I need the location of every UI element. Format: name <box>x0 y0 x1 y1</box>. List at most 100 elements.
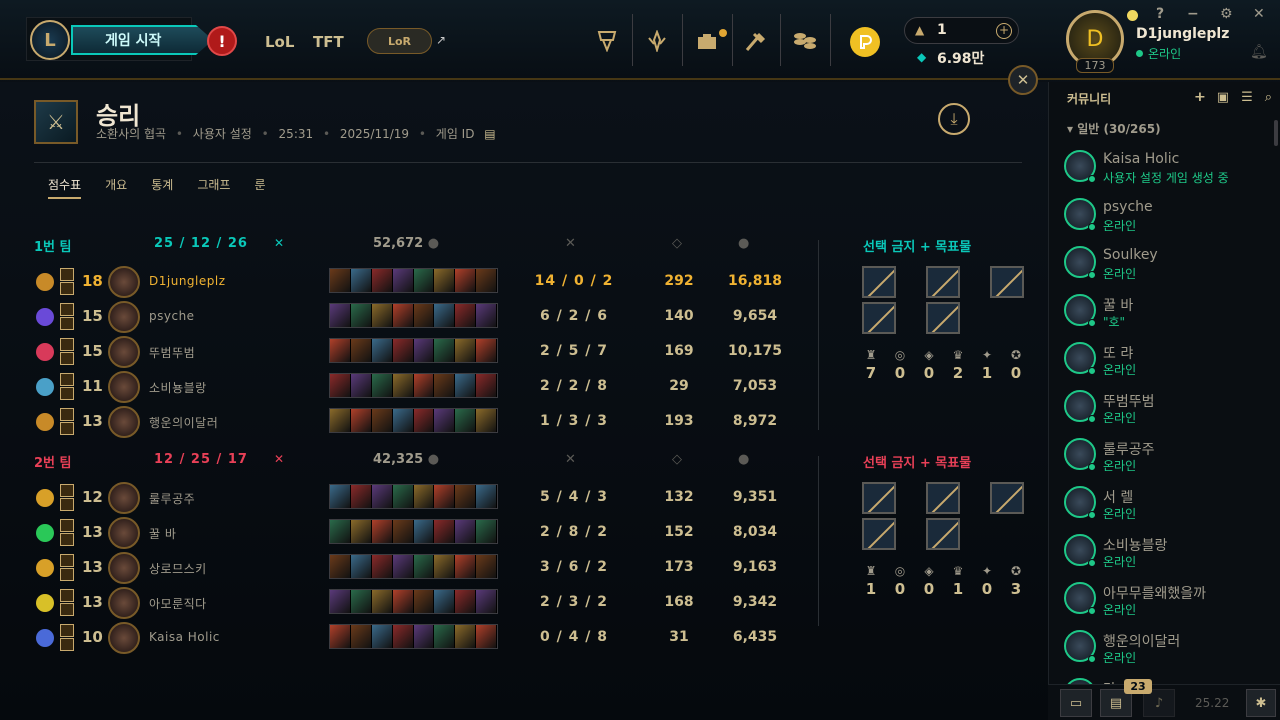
item-slot[interactable] <box>476 374 497 397</box>
item-slot[interactable] <box>371 485 393 508</box>
nav-tft[interactable]: TFT <box>313 33 344 51</box>
item-slot[interactable] <box>434 590 456 613</box>
item-slot[interactable] <box>434 339 456 362</box>
player-row[interactable]: 12 룰루공주 5 / 4 / 3 132 9,351 <box>0 480 820 515</box>
friend-item[interactable]: 꿀 바 "호" <box>1061 290 1271 336</box>
item-slot[interactable] <box>413 555 435 578</box>
online-status[interactable]: 온라인 <box>1136 45 1181 62</box>
player-row[interactable]: 10 Kaisa Holic 0 / 4 / 8 31 6,435 <box>0 620 820 655</box>
item-slot[interactable] <box>330 625 351 648</box>
item-slot[interactable] <box>350 269 372 292</box>
banned-champion[interactable] <box>990 482 1024 514</box>
player-name[interactable]: 아모룬직다 <box>149 595 207 612</box>
item-slot[interactable] <box>350 409 372 432</box>
friend-item[interactable]: 룰루공주 온라인 <box>1061 434 1271 480</box>
item-slot[interactable] <box>413 485 435 508</box>
banned-champion[interactable] <box>926 518 960 550</box>
add-friend-icon[interactable]: ➕︎ <box>1195 90 1205 105</box>
player-row[interactable]: 13 상로므스키 3 / 6 / 2 173 9,163 <box>0 550 820 585</box>
champion-portrait[interactable] <box>108 482 140 514</box>
item-slot[interactable] <box>371 269 393 292</box>
tab-runes[interactable]: 룬 <box>254 176 265 199</box>
item-slot[interactable] <box>350 520 372 543</box>
item-slot[interactable] <box>434 555 456 578</box>
item-slot[interactable] <box>476 409 497 432</box>
item-slot[interactable] <box>350 485 372 508</box>
item-slot[interactable] <box>330 590 351 613</box>
buy-rp-button[interactable]: + <box>996 23 1012 39</box>
item-slot[interactable] <box>371 409 393 432</box>
champion-portrait[interactable] <box>108 517 140 549</box>
search-icon[interactable]: ⌕ <box>1265 90 1272 105</box>
item-slot[interactable] <box>413 409 435 432</box>
copy-icon[interactable]: ▤ <box>484 127 495 141</box>
friend-item[interactable]: Soulkey 온라인 <box>1061 242 1271 288</box>
item-slot[interactable] <box>455 520 477 543</box>
item-slot[interactable] <box>392 304 414 327</box>
player-name[interactable]: 룰루공주 <box>149 490 195 507</box>
item-slot[interactable] <box>476 625 497 648</box>
friend-item[interactable]: 서 렐 온라인 <box>1061 482 1271 528</box>
item-slot[interactable] <box>434 269 456 292</box>
item-slot[interactable] <box>476 555 497 578</box>
item-slot[interactable] <box>476 485 497 508</box>
store-icon[interactable] <box>692 28 722 54</box>
player-name[interactable]: 뚜범뚜범 <box>149 344 195 361</box>
item-slot[interactable] <box>392 374 414 397</box>
player-name[interactable]: 행운의이달러 <box>149 414 218 431</box>
item-slot[interactable] <box>392 625 414 648</box>
item-slot[interactable] <box>455 555 477 578</box>
friend-item[interactable]: 또 랴 온라인 <box>1061 338 1271 384</box>
item-slot[interactable] <box>350 625 372 648</box>
champion-portrait[interactable] <box>108 371 140 403</box>
champion-portrait[interactable] <box>108 622 140 654</box>
champion-portrait[interactable] <box>108 406 140 438</box>
item-slot[interactable] <box>392 409 414 432</box>
banned-champion[interactable] <box>926 266 960 298</box>
friend-item[interactable]: 아무무를왜했을까 온라인 <box>1061 578 1271 624</box>
player-name[interactable]: 소비뇽블랑 <box>149 379 207 396</box>
item-slot[interactable] <box>413 269 435 292</box>
player-row[interactable]: 13 꿀 바 2 / 8 / 2 152 8,034 <box>0 515 820 550</box>
player-row[interactable]: 13 아모룬직다 2 / 3 / 2 168 9,342 <box>0 585 820 620</box>
list-icon[interactable]: ☰ <box>1241 90 1253 105</box>
chat-icon[interactable]: ▭ <box>1060 689 1092 717</box>
item-slot[interactable] <box>434 374 456 397</box>
help-icon[interactable]: ? <box>1156 6 1164 22</box>
trophy-icon[interactable] <box>592 28 622 54</box>
champion-portrait[interactable] <box>108 266 140 298</box>
friend-item[interactable]: Kaisa Holic 사용자 설정 게임 생성 중 <box>1061 146 1271 192</box>
settings-icon[interactable]: ⚙ <box>1220 6 1233 22</box>
item-slot[interactable] <box>455 269 477 292</box>
add-folder-icon[interactable]: ▣ <box>1217 90 1229 105</box>
item-slot[interactable] <box>371 555 393 578</box>
close-window-icon[interactable]: ✕ <box>1253 6 1265 22</box>
item-slot[interactable] <box>476 590 497 613</box>
nav-lor[interactable]: LoR <box>367 28 432 54</box>
player-name[interactable]: Kaisa Holic <box>149 630 220 644</box>
play-button[interactable]: 게임 시작 <box>71 25 213 55</box>
item-slot[interactable] <box>371 304 393 327</box>
item-slot[interactable] <box>350 304 372 327</box>
tab-stats[interactable]: 통계 <box>151 176 173 199</box>
item-slot[interactable] <box>392 590 414 613</box>
item-slot[interactable] <box>392 485 414 508</box>
item-slot[interactable] <box>371 625 393 648</box>
item-slot[interactable] <box>350 339 372 362</box>
item-slot[interactable] <box>392 269 414 292</box>
alert-icon[interactable]: ! <box>207 26 237 56</box>
banned-champion[interactable] <box>862 302 896 334</box>
item-slot[interactable] <box>371 339 393 362</box>
item-slot[interactable] <box>434 625 456 648</box>
tab-graph[interactable]: 그래프 <box>197 176 230 199</box>
item-slot[interactable] <box>455 485 477 508</box>
player-row[interactable]: 13 행운의이달러 1 / 3 / 3 193 8,972 <box>0 404 820 439</box>
item-slot[interactable] <box>330 269 351 292</box>
item-slot[interactable] <box>330 374 351 397</box>
item-slot[interactable] <box>350 590 372 613</box>
loot-icon[interactable] <box>790 28 820 54</box>
scrollbar[interactable] <box>1274 120 1278 146</box>
champion-portrait[interactable] <box>108 336 140 368</box>
minimize-icon[interactable]: − <box>1187 6 1199 22</box>
item-slot[interactable] <box>371 520 393 543</box>
